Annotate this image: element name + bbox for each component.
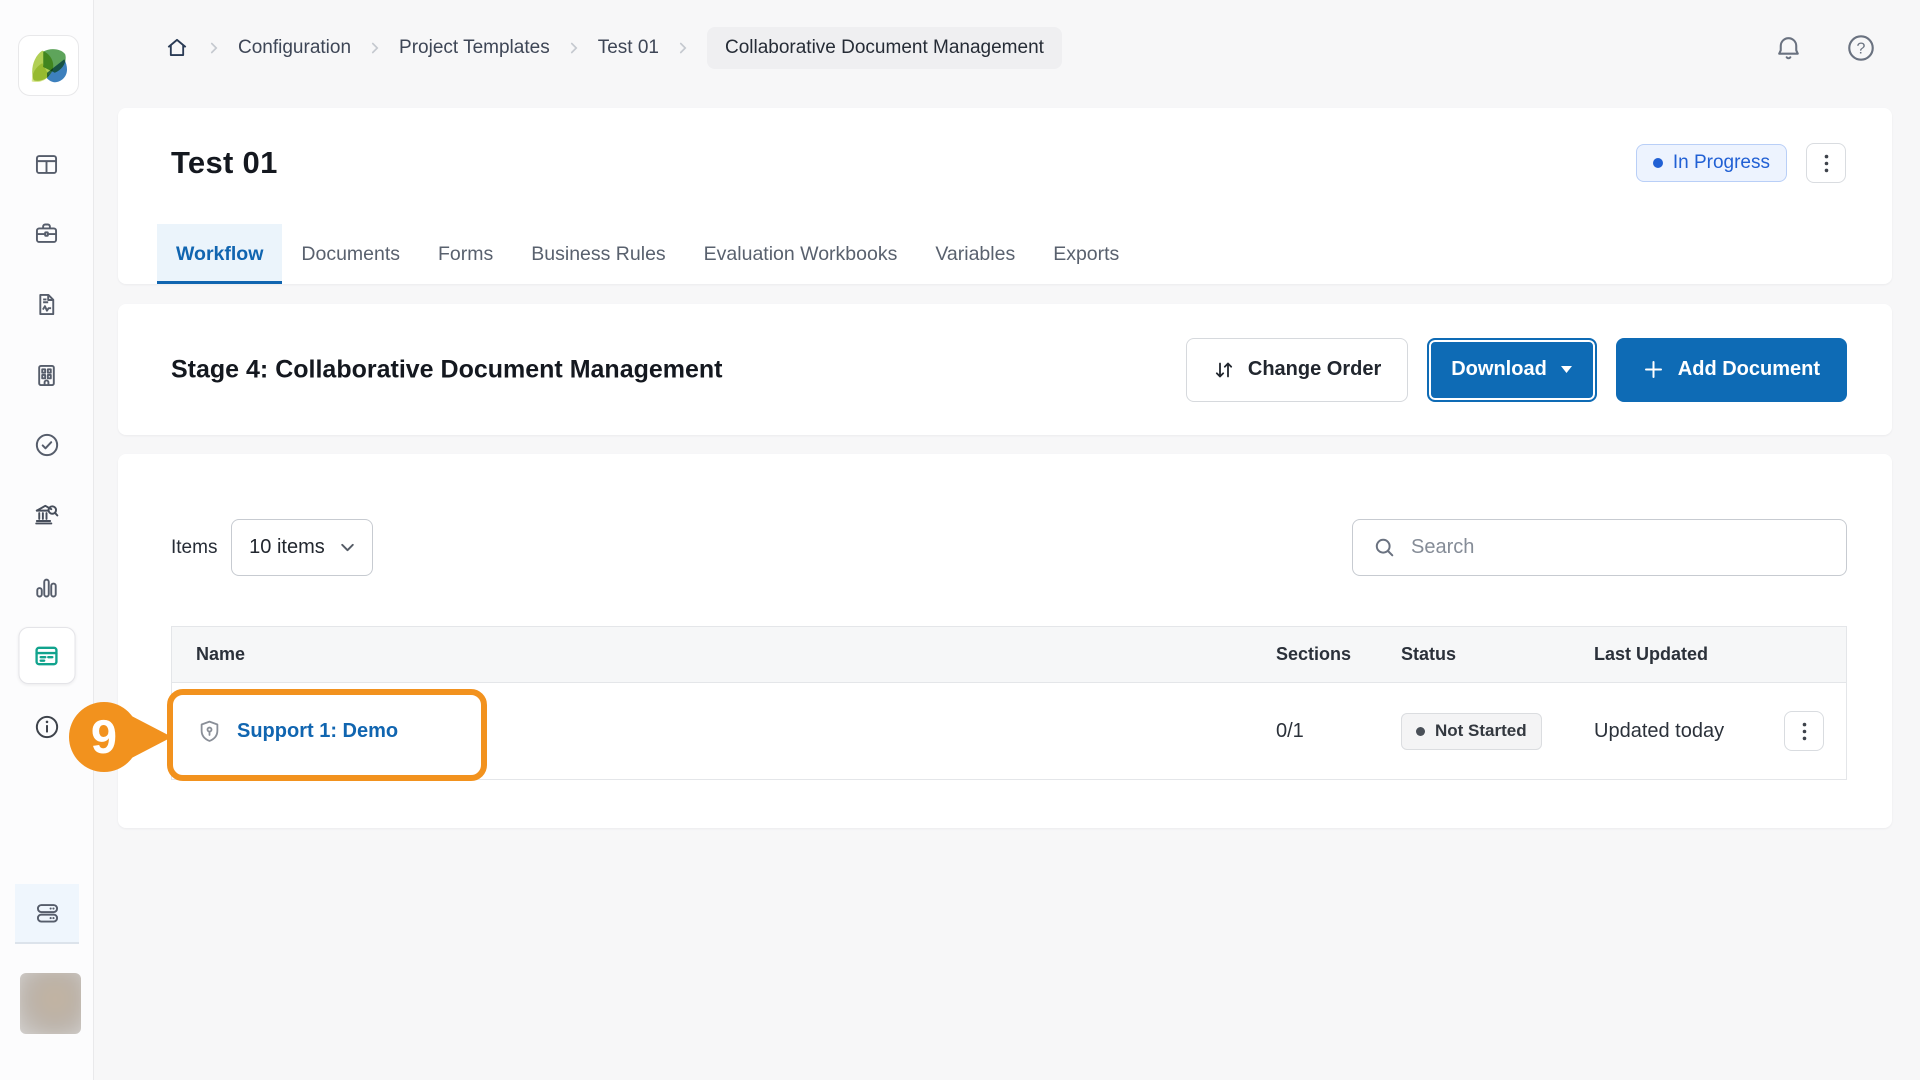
sidebar-item-organizations[interactable] bbox=[25, 353, 69, 397]
chevron-right-icon bbox=[565, 39, 583, 57]
chevron-right-icon bbox=[205, 39, 223, 57]
app-logo[interactable] bbox=[18, 35, 79, 96]
main-content: Configuration Project Templates Test 01 … bbox=[94, 0, 1920, 1080]
breadcrumb-current: Collaborative Document Management bbox=[707, 27, 1062, 69]
caret-down-icon bbox=[1560, 365, 1573, 374]
stage-actions: Change Order Download Add Document bbox=[1186, 338, 1847, 402]
items-label: Items bbox=[171, 537, 217, 559]
status-dot-icon bbox=[1653, 158, 1663, 168]
download-button[interactable]: Download bbox=[1427, 338, 1597, 402]
change-order-label: Change Order bbox=[1248, 358, 1381, 381]
home-icon[interactable] bbox=[164, 35, 190, 61]
stage-title: Stage 4: Collaborative Document Manageme… bbox=[171, 355, 723, 384]
bank-search-icon bbox=[32, 500, 61, 529]
status-badge: In Progress bbox=[1636, 144, 1787, 182]
row-status-badge: Not Started bbox=[1401, 713, 1542, 750]
status-badge-label: In Progress bbox=[1673, 152, 1770, 174]
tab-variables[interactable]: Variables bbox=[916, 224, 1034, 284]
document-link[interactable]: Support 1: Demo bbox=[237, 720, 398, 743]
items-per-page-select[interactable]: 10 items bbox=[231, 519, 373, 576]
change-order-button[interactable]: Change Order bbox=[1186, 338, 1408, 402]
sort-arrows-icon bbox=[1213, 359, 1235, 381]
sidebar-item-projects[interactable] bbox=[25, 211, 69, 255]
row-status-label: Not Started bbox=[1435, 721, 1527, 741]
table-header-row: Name Sections Status Last Updated bbox=[172, 627, 1846, 683]
layout-icon bbox=[33, 151, 60, 178]
svg-text:?: ? bbox=[1857, 41, 1866, 58]
actions-cell bbox=[1784, 711, 1846, 751]
tab-business-rules[interactable]: Business Rules bbox=[512, 224, 684, 284]
topbar-icons: ? bbox=[1773, 32, 1877, 64]
building-icon bbox=[33, 362, 60, 389]
status-cell: Not Started bbox=[1401, 713, 1594, 750]
help-button[interactable]: ? bbox=[1845, 32, 1877, 64]
search-input[interactable] bbox=[1411, 536, 1826, 559]
tab-forms[interactable]: Forms bbox=[419, 224, 512, 284]
chevron-down-icon bbox=[339, 539, 356, 556]
breadcrumb-test-01[interactable]: Test 01 bbox=[598, 37, 659, 59]
column-header-last-updated: Last Updated bbox=[1594, 644, 1784, 665]
chevron-right-icon bbox=[674, 39, 692, 57]
stage-header-card: Stage 4: Collaborative Document Manageme… bbox=[118, 304, 1892, 435]
kebab-icon bbox=[1802, 722, 1807, 741]
sidebar-item-approvals[interactable] bbox=[25, 423, 69, 467]
breadcrumb-project-templates[interactable]: Project Templates bbox=[399, 37, 550, 59]
table-toolbar: Items 10 items bbox=[171, 519, 1847, 576]
document-icon bbox=[33, 291, 60, 318]
download-label: Download bbox=[1451, 358, 1547, 381]
sidebar-item-dashboard[interactable] bbox=[25, 142, 69, 186]
app-logo-icon bbox=[26, 43, 72, 89]
tab-workflow[interactable]: Workflow bbox=[157, 224, 282, 284]
tab-bar: Workflow Documents Forms Business Rules … bbox=[157, 224, 1138, 284]
help-icon: ? bbox=[1845, 32, 1877, 64]
add-document-button[interactable]: Add Document bbox=[1616, 338, 1847, 402]
sidebar-item-reports[interactable] bbox=[25, 282, 69, 326]
page-title: Test 01 bbox=[171, 145, 278, 181]
documents-table-card: Items 10 items Name Sections Status Last… bbox=[118, 454, 1892, 828]
status-dot-icon bbox=[1416, 727, 1425, 736]
info-icon bbox=[33, 713, 61, 741]
document-name-cell: Support 1: Demo bbox=[196, 718, 1276, 745]
documents-table: Name Sections Status Last Updated Suppor… bbox=[171, 626, 1847, 780]
sidebar-item-institution-search[interactable] bbox=[25, 492, 69, 536]
sidebar-item-info[interactable] bbox=[25, 705, 69, 749]
table-row: Support 1: Demo 0/1 Not Started Updated … bbox=[172, 683, 1846, 779]
servers-icon bbox=[34, 900, 61, 927]
user-avatar[interactable] bbox=[20, 973, 81, 1034]
breadcrumb-configuration[interactable]: Configuration bbox=[238, 37, 351, 59]
shield-lock-icon bbox=[196, 718, 223, 745]
tab-exports[interactable]: Exports bbox=[1034, 224, 1138, 284]
last-updated-cell: Updated today bbox=[1594, 720, 1784, 743]
chevron-right-icon bbox=[366, 39, 384, 57]
check-circle-icon bbox=[33, 431, 61, 459]
tab-documents[interactable]: Documents bbox=[282, 224, 419, 284]
sidebar-item-environments[interactable] bbox=[15, 884, 79, 944]
search-icon bbox=[1373, 536, 1397, 560]
topbar: Configuration Project Templates Test 01 … bbox=[94, 0, 1920, 96]
breadcrumb: Configuration Project Templates Test 01 … bbox=[164, 27, 1062, 69]
sidebar bbox=[0, 0, 94, 1080]
kebab-icon bbox=[1824, 154, 1829, 173]
column-header-name: Name bbox=[196, 644, 1276, 665]
add-document-label: Add Document bbox=[1678, 358, 1820, 381]
plus-icon bbox=[1643, 359, 1664, 380]
row-actions-menu-button[interactable] bbox=[1784, 711, 1824, 751]
bell-icon bbox=[1773, 33, 1804, 64]
search-box[interactable] bbox=[1352, 519, 1847, 576]
title-card: Test 01 In Progress Workflow Documents F… bbox=[118, 108, 1892, 284]
notifications-button[interactable] bbox=[1773, 33, 1804, 64]
avatar-image bbox=[20, 973, 81, 1034]
column-header-status: Status bbox=[1401, 644, 1594, 665]
form-icon bbox=[33, 642, 61, 670]
tab-evaluation-workbooks[interactable]: Evaluation Workbooks bbox=[685, 224, 917, 284]
bar-chart-icon bbox=[33, 574, 60, 601]
column-header-sections: Sections bbox=[1276, 644, 1401, 665]
sidebar-item-analytics[interactable] bbox=[25, 565, 69, 609]
briefcase-icon bbox=[33, 220, 60, 247]
page-actions-menu-button[interactable] bbox=[1806, 143, 1846, 183]
items-per-page-value: 10 items bbox=[249, 536, 325, 559]
sidebar-item-templates-active[interactable] bbox=[18, 627, 75, 684]
sections-cell: 0/1 bbox=[1276, 720, 1401, 743]
